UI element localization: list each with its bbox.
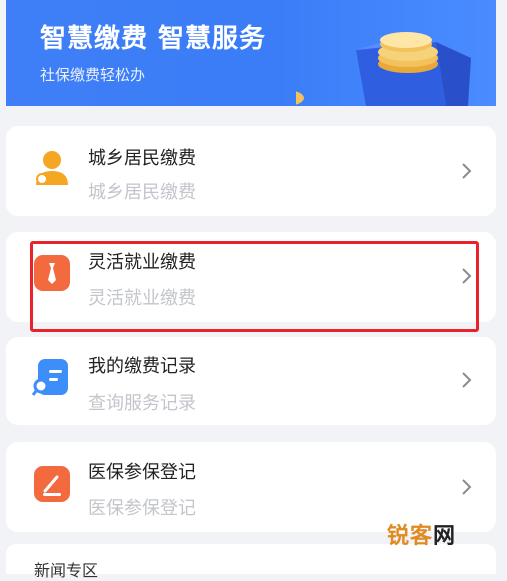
service-title: 灵活就业缴费 [88, 252, 196, 273]
service-card-flexible-employment[interactable]: 灵活就业缴费 灵活就业缴费 [6, 232, 496, 322]
service-subtitle: 灵活就业缴费 [88, 288, 196, 309]
banner: 智慧缴费 智慧服务 社保缴费轻松办 [6, 0, 496, 106]
watermark-part1: 锐客 [387, 524, 434, 549]
service-subtitle: 医保参保登记 [88, 498, 196, 519]
service-title: 医保参保登记 [88, 462, 196, 483]
service-card-urban-rural[interactable]: 城乡居民缴费 城乡居民缴费 [6, 126, 496, 216]
edit-form-icon [34, 466, 70, 502]
news-section-title: 新闻专区 [34, 561, 99, 580]
chevron-right-icon [462, 268, 472, 284]
service-card-payment-records[interactable]: 我的缴费记录 查询服务记录 [6, 337, 496, 425]
record-search-icon [32, 359, 68, 396]
tie-icon [34, 255, 70, 291]
banner-title: 智慧缴费 智慧服务 [40, 24, 267, 54]
chevron-right-icon [462, 372, 472, 388]
service-title: 城乡居民缴费 [88, 148, 196, 169]
watermark-part2: 网 [433, 524, 457, 549]
person-icon [36, 151, 68, 185]
coins-illustration-icon [296, 32, 471, 106]
banner-subtitle: 社保缴费轻松办 [40, 66, 146, 84]
chevron-right-icon [462, 479, 472, 495]
service-subtitle: 查询服务记录 [88, 393, 196, 414]
watermark: 锐客网 [387, 518, 456, 550]
chevron-right-icon [462, 163, 472, 179]
service-title: 我的缴费记录 [88, 356, 196, 377]
service-subtitle: 城乡居民缴费 [88, 182, 196, 203]
